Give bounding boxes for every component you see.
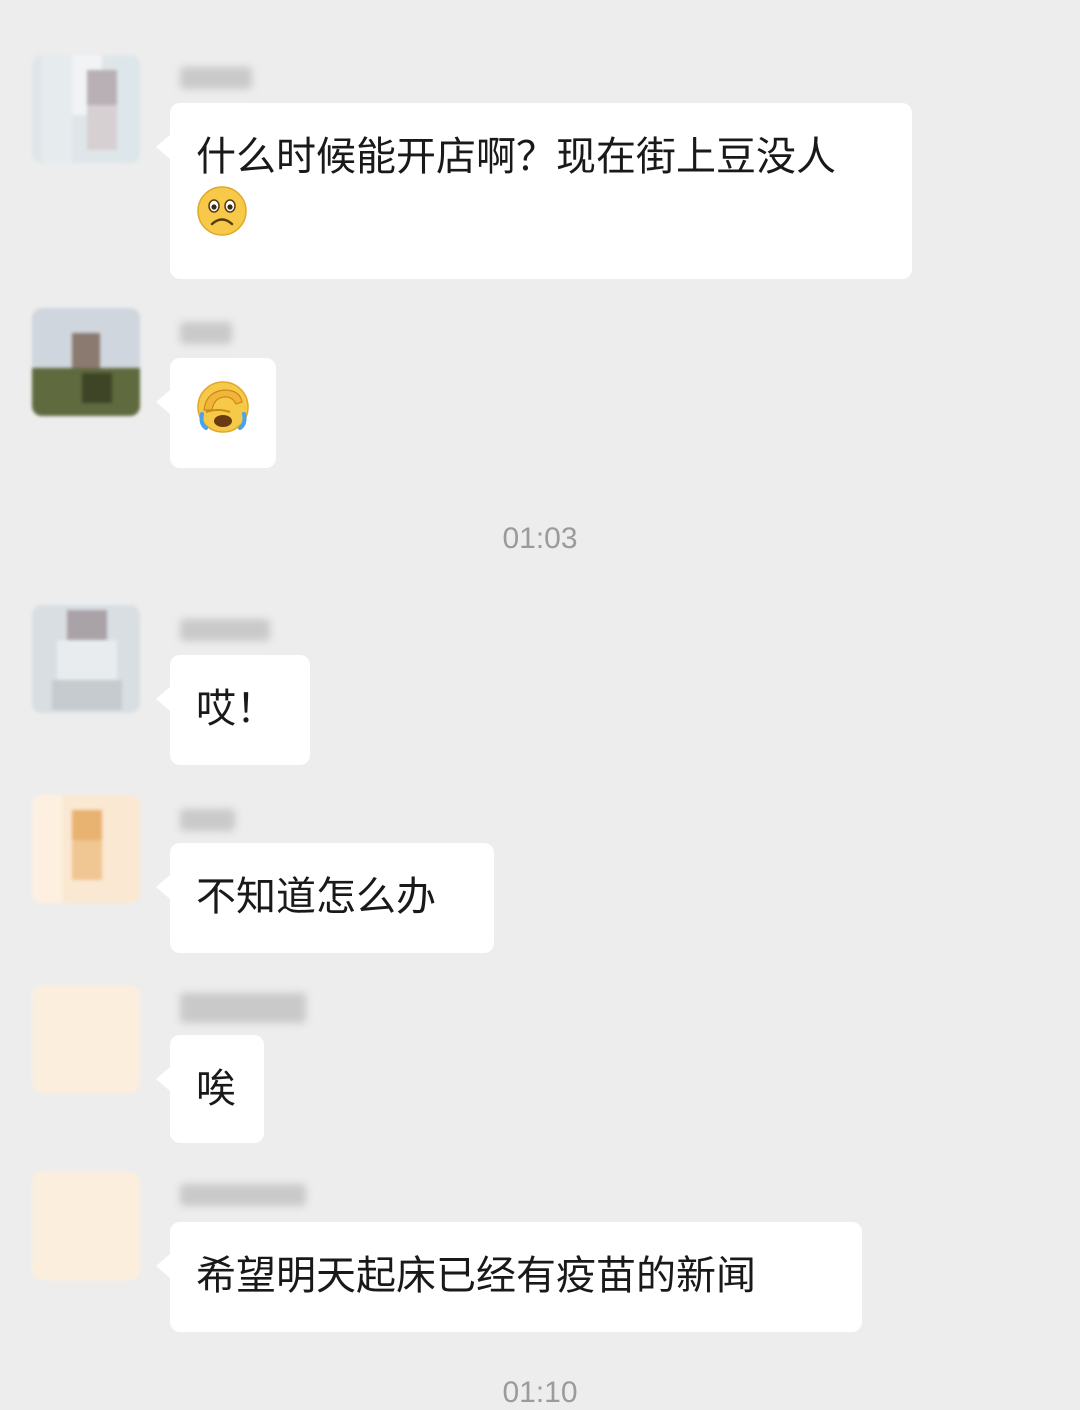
message-bubble[interactable] (156, 358, 276, 468)
face-palm-crying-icon (196, 380, 250, 453)
chat-thread: 什么时候能开店啊？现在街上豆没人 01:03 哎！ 不知道怎么办 唉 希望明天起… (0, 0, 1080, 1409)
message-bubble[interactable]: 哎！ (156, 655, 310, 765)
message-row (0, 308, 1080, 468)
avatar[interactable] (32, 308, 140, 416)
sender-name (180, 809, 235, 831)
message-row: 哎！ (0, 605, 1080, 765)
message-bubble[interactable]: 不知道怎么办 (156, 843, 494, 953)
message-text: 什么时候能开店啊？现在街上豆没人 (196, 134, 836, 180)
message-text: 不知道怎么办 (196, 874, 436, 920)
message-text: 希望明天起床已经有疫苗的新闻 (196, 1253, 756, 1299)
message-row: 不知道怎么办 (0, 795, 1080, 955)
sender-name (180, 619, 270, 641)
sender-name (180, 1184, 306, 1206)
message-text: 唉 (196, 1066, 236, 1112)
message-bubble[interactable]: 希望明天起床已经有疫苗的新闻 (156, 1222, 862, 1332)
sender-name (180, 67, 252, 89)
message-row: 希望明天起床已经有疫苗的新闻 (0, 1172, 1080, 1332)
message-row: 什么时候能开店啊？现在街上豆没人 (0, 55, 1080, 280)
avatar[interactable] (32, 795, 140, 903)
slightly-frowning-face-icon (196, 185, 248, 256)
message-bubble[interactable]: 什么时候能开店啊？现在街上豆没人 (156, 103, 912, 279)
avatar[interactable] (32, 55, 140, 163)
message-bubble[interactable]: 唉 (156, 1035, 264, 1143)
timestamp: 01:03 (502, 522, 578, 555)
avatar[interactable] (32, 605, 140, 713)
message-text: 哎！ (196, 686, 276, 732)
avatar[interactable] (32, 985, 140, 1093)
avatar[interactable] (32, 1172, 140, 1280)
message-row: 唉 (0, 985, 1080, 1145)
sender-name (180, 993, 306, 1023)
timestamp: 01:10 (502, 1376, 578, 1409)
sender-name (180, 322, 232, 344)
